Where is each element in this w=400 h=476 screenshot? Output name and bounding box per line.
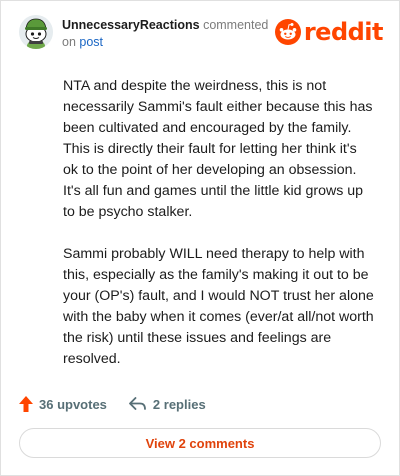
username-link[interactable]: UnnecessaryReactions <box>62 18 200 32</box>
comment-actions: 36 upvotes 2 replies <box>19 394 228 414</box>
reddit-snoo-icon <box>274 19 301 45</box>
comment-header: UnnecessaryReactions commented on post r… <box>19 15 384 51</box>
snoo-avatar-icon <box>19 15 53 49</box>
view-comments-button[interactable]: View 2 comments <box>19 428 381 458</box>
user-avatar[interactable] <box>19 15 53 49</box>
reply-arrow-icon <box>129 397 146 410</box>
reddit-logo: reddit <box>274 18 384 46</box>
reply-button[interactable]: 2 replies <box>129 397 206 412</box>
comment-card: UnnecessaryReactions commented on post r… <box>0 0 400 476</box>
comment-body: NTA and despite the weirdness, this is n… <box>63 76 375 391</box>
upvote-button[interactable]: 36 upvotes <box>19 396 107 412</box>
upvote-count: 36 upvotes <box>39 396 107 412</box>
reddit-wordmark: reddit <box>303 18 384 46</box>
reply-count: 2 replies <box>152 396 206 412</box>
comment-meta: UnnecessaryReactions commented on post <box>62 17 268 51</box>
upvote-arrow-icon <box>19 396 33 412</box>
on-text: on <box>62 35 76 49</box>
comment-paragraph-2: Sammi probably WILL need therapy to help… <box>63 246 374 367</box>
post-link[interactable]: post <box>79 35 103 49</box>
comment-action-text: commented <box>203 18 269 32</box>
comment-paragraph-1: NTA and despite the weirdness, this is n… <box>63 78 373 220</box>
